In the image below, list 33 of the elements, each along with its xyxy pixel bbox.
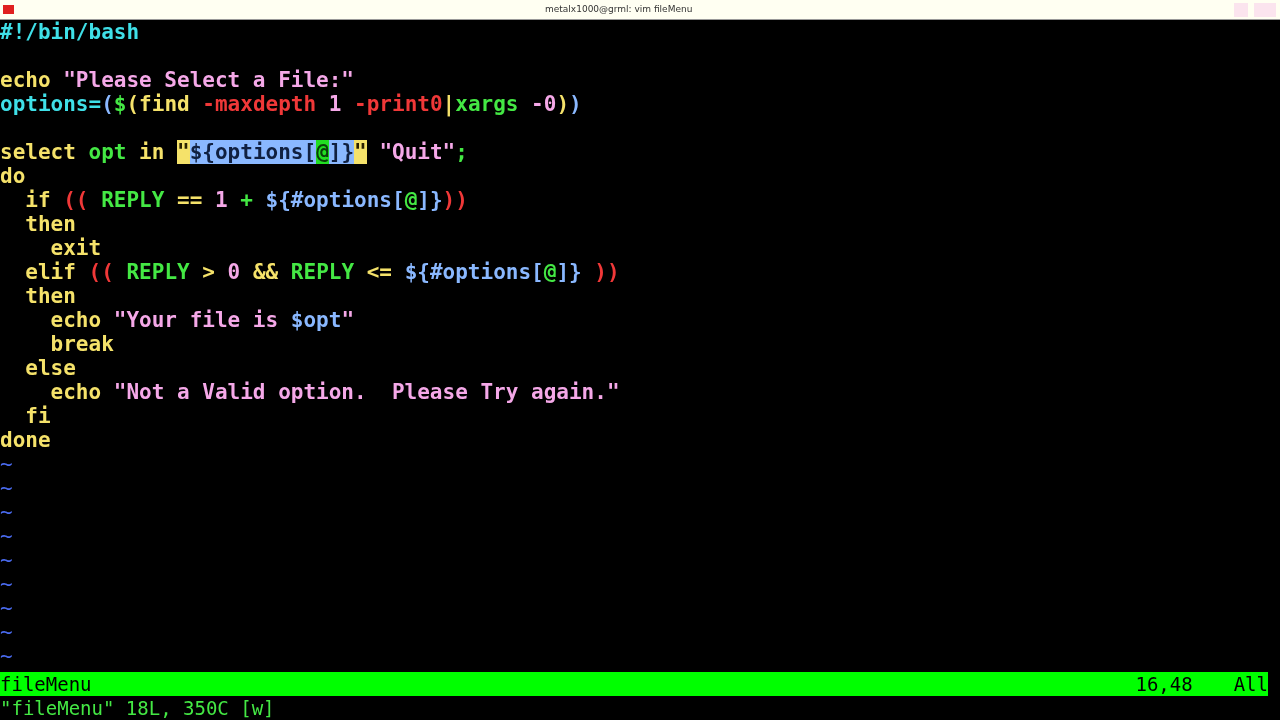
- cursor-position: 16,48: [1135, 671, 1193, 697]
- code-line: then: [24, 284, 76, 308]
- code-line: break: [49, 332, 114, 356]
- app-icon: [3, 5, 14, 14]
- code-line: else: [24, 356, 76, 380]
- tilde-marker: ~: [0, 548, 13, 572]
- tilde-marker: ~: [0, 620, 13, 644]
- tilde-marker: ~: [0, 572, 13, 596]
- code-line: then: [24, 212, 76, 236]
- tilde-marker: ~: [0, 500, 13, 524]
- window-title: metalx1000@grml: vim fileMenu: [545, 2, 693, 16]
- code-line: echo "Your file is $opt": [49, 308, 355, 332]
- code-line: options=($(find -maxdepth 1 -print0|xargs -0)): [0, 92, 582, 116]
- code-line: exit: [49, 236, 102, 260]
- tilde-marker: ~: [0, 476, 13, 500]
- tilde-marker: ~: [0, 596, 13, 620]
- code-line: do: [0, 164, 26, 188]
- code-line: echo "Not a Valid option. Please Try again.": [50, 380, 620, 404]
- tilde-marker: ~: [0, 644, 13, 668]
- code-line: if (( REPLY == 1 + ${#options[@]})): [24, 188, 468, 212]
- code-line: done: [0, 428, 51, 452]
- tilde-marker: ~: [0, 524, 13, 548]
- scroll-position: All: [1233, 671, 1268, 697]
- minimize-button-icon[interactable]: [1234, 2, 1248, 17]
- code-line: #!/bin/bash: [0, 20, 140, 44]
- message-line: "fileMenu" 18L, 350C [w]: [0, 695, 275, 720]
- code-line: echo "Please Select a File:": [0, 68, 354, 92]
- status-file-name: fileMenu: [0, 671, 92, 697]
- code-line: select opt in "${options[@]}" "Quit";: [0, 140, 468, 164]
- code-line: elif (( REPLY > 0 && REPLY <= ${#options[@]} )): [24, 260, 620, 284]
- code-line: fi: [24, 404, 51, 428]
- close-button-icon[interactable]: [1254, 2, 1276, 17]
- tilde-marker: ~: [0, 452, 13, 476]
